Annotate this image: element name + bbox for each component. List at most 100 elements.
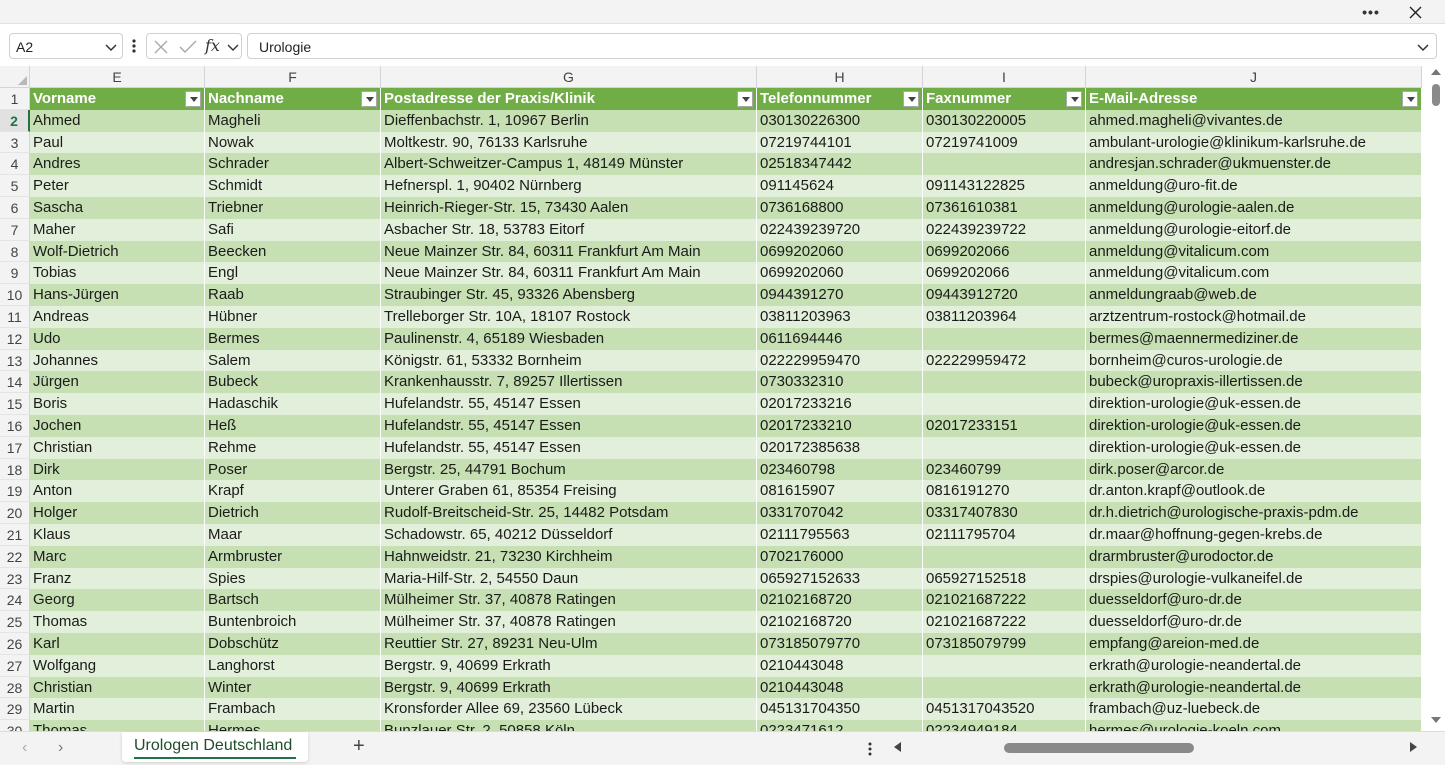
table-cell[interactable]: Trelleborger Str. 10A, 18107 Rostock [381,306,757,328]
table-cell[interactable]: Ahmed [30,109,205,132]
vertical-scrollbar[interactable] [1428,66,1445,731]
table-cell[interactable]: Holger [30,502,205,524]
row-header[interactable]: 10 [0,284,30,306]
table-cell[interactable]: Andreas [30,306,205,328]
table-cell[interactable]: Winter [205,676,381,699]
row-header[interactable]: 5 [0,175,30,197]
table-cell[interactable]: 022439239722 [923,218,1086,241]
column-header-i[interactable]: I [923,66,1086,88]
chevron-down-icon[interactable] [227,40,239,54]
table-cell[interactable]: Triebner [205,197,381,219]
table-cell[interactable]: 0944391270 [757,284,923,306]
row-header[interactable]: 20 [0,502,30,524]
table-cell[interactable]: Bermes [205,327,381,350]
table-cell[interactable]: drarmbruster@urodoctor.de [1086,545,1422,568]
table-cell[interactable]: 02102168720 [757,589,923,612]
table-cell[interactable]: Maar [205,524,381,546]
row-header[interactable]: 21 [0,524,30,546]
table-cell[interactable]: dr.anton.krapf@outlook.de [1086,480,1422,503]
more-options-button[interactable]: ••• [1357,0,1385,24]
table-cell[interactable]: Bergstr. 9, 40699 Erkrath [381,676,757,699]
table-cell[interactable]: anmeldung@urologie-eitorf.de [1086,218,1422,241]
table-cell[interactable]: Peter [30,175,205,197]
table-cell[interactable]: anmeldung@urologie-aalen.de [1086,197,1422,219]
insert-function-button[interactable]: fx [205,34,220,60]
table-cell[interactable]: 030130220005 [923,109,1086,132]
table-cell[interactable]: 07361610381 [923,197,1086,219]
table-cell[interactable]: Dieffenbachstr. 1, 10967 Berlin [381,109,757,132]
table-cell[interactable]: Jochen [30,415,205,437]
table-cell[interactable]: 03317407830 [923,502,1086,524]
table-cell[interactable]: Heinrich-Rieger-Str. 15, 73430 Aalen [381,197,757,219]
table-cell[interactable]: Nowak [205,131,381,154]
scroll-down-icon[interactable] [1431,717,1441,723]
row-header[interactable]: 1 [0,88,30,110]
table-cell[interactable]: Maher [30,218,205,241]
table-cell[interactable]: 091145624 [757,175,923,197]
table-cell[interactable]: Safi [205,218,381,241]
table-cell[interactable]: 091143122825 [923,175,1086,197]
table-cell[interactable]: 022229959470 [757,349,923,372]
vertical-scroll-thumb[interactable] [1432,84,1440,106]
table-cell[interactable] [923,393,1086,415]
table-cell[interactable]: Rudolf-Breitscheid-Str. 25, 14482 Potsda… [381,502,757,524]
horizontal-scroll-thumb[interactable] [1004,743,1194,753]
cancel-icon[interactable] [153,39,169,55]
table-cell[interactable]: 021021687222 [923,589,1086,612]
table-cell[interactable]: Karl [30,633,205,655]
column-header-j[interactable]: J [1086,66,1422,88]
vertical-dots-icon[interactable] [128,36,140,56]
row-header[interactable]: 28 [0,676,30,699]
table-cell[interactable]: 02518347442 [757,153,923,176]
table-cell[interactable]: Dirk [30,458,205,481]
row-header[interactable]: 24 [0,589,30,612]
table-cell[interactable]: anmeldungraab@web.de [1086,284,1422,306]
vertical-dots-icon[interactable] [866,741,874,757]
table-header-cell[interactable]: Postadresse der Praxis/Klinik [381,88,757,110]
table-cell[interactable]: 0730332310 [757,371,923,394]
table-cell[interactable]: 07219741009 [923,131,1086,154]
row-header[interactable]: 18 [0,458,30,481]
table-cell[interactable]: 065927152633 [757,567,923,590]
row-header[interactable]: 26 [0,633,30,655]
table-cell[interactable]: Thomas [30,720,205,731]
row-header[interactable]: 2 [0,109,30,132]
table-cell[interactable]: erkrath@urologie-neandertal.de [1086,676,1422,699]
table-cell[interactable]: Dobschütz [205,633,381,655]
row-header[interactable]: 12 [0,327,30,350]
table-cell[interactable]: 0223471612 [757,720,923,731]
table-cell[interactable]: 07219744101 [757,131,923,154]
row-header[interactable]: 30 [0,720,30,731]
table-cell[interactable]: 02111795563 [757,524,923,546]
table-cell[interactable]: Martin [30,698,205,721]
table-cell[interactable]: anmeldung@uro-fit.de [1086,175,1422,197]
scroll-left-icon[interactable] [894,742,901,752]
table-cell[interactable]: 0210443048 [757,676,923,699]
table-cell[interactable]: Beecken [205,240,381,263]
table-cell[interactable]: Hefnerspl. 1, 90402 Nürnberg [381,175,757,197]
table-cell[interactable]: dr.maar@hoffnung-gegen-krebs.de [1086,524,1422,546]
row-header[interactable]: 13 [0,349,30,372]
table-cell[interactable]: Hans-Jürgen [30,284,205,306]
table-cell[interactable]: Bergstr. 25, 44791 Bochum [381,458,757,481]
select-all-corner[interactable] [0,66,30,88]
table-cell[interactable]: Krankenhausstr. 7, 89257 Illertissen [381,371,757,394]
table-cell[interactable]: bubeck@uropraxis-illertissen.de [1086,371,1422,394]
table-cell[interactable]: direktion-urologie@uk-essen.de [1086,393,1422,415]
row-header[interactable]: 11 [0,306,30,328]
table-cell[interactable]: Jürgen [30,371,205,394]
table-cell[interactable]: Franz [30,567,205,590]
table-cell[interactable]: 0699202066 [923,262,1086,285]
table-cell[interactable]: Hahnweidstr. 21, 73230 Kirchheim [381,545,757,568]
filter-dropdown-icon[interactable] [1066,91,1082,107]
table-cell[interactable]: Raab [205,284,381,306]
formula-input[interactable]: Urologie [247,33,1437,59]
table-cell[interactable]: Mülheimer Str. 37, 40878 Ratingen [381,589,757,612]
filter-dropdown-icon[interactable] [737,91,753,107]
table-cell[interactable]: 073185079770 [757,633,923,655]
table-cell[interactable] [923,545,1086,568]
table-cell[interactable] [923,654,1086,677]
column-header-h[interactable]: H [757,66,923,88]
row-header[interactable]: 4 [0,153,30,176]
table-cell[interactable]: direktion-urologie@uk-essen.de [1086,436,1422,459]
